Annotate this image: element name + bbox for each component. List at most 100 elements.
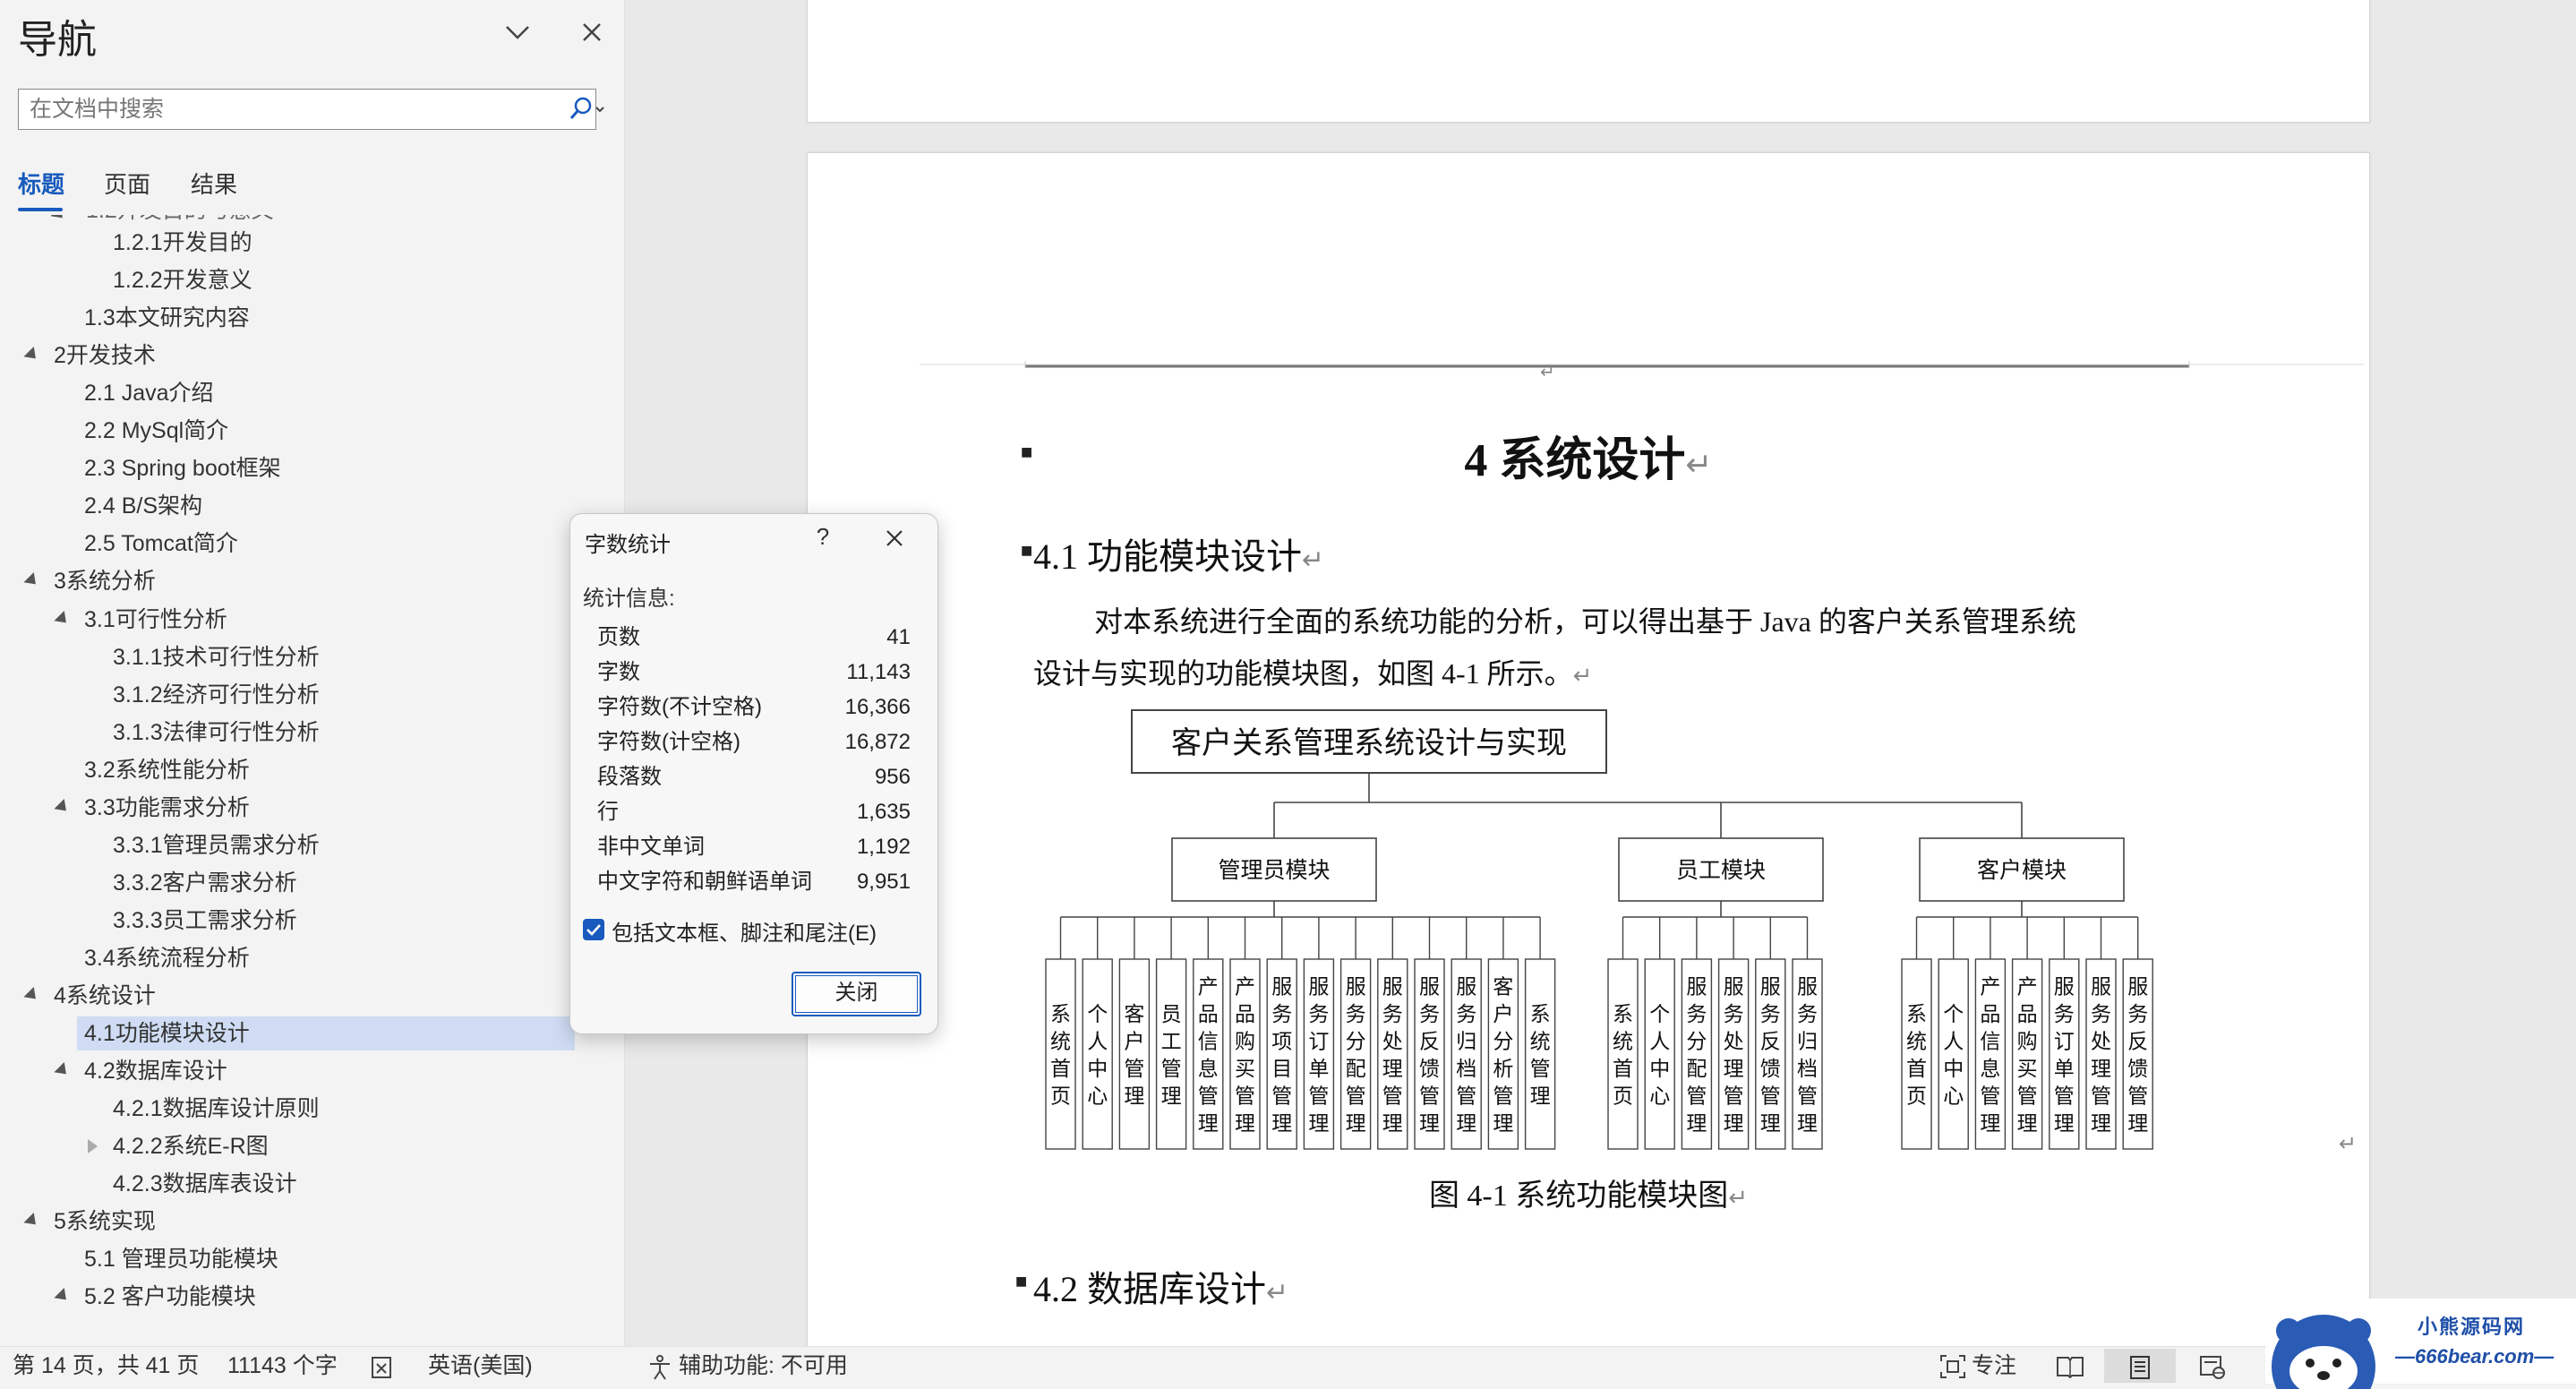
caret-down-icon[interactable]	[54, 610, 72, 628]
tree-item[interactable]: 5.2 客户功能模块	[84, 1280, 256, 1314]
leaf-label-char: 理	[1797, 1111, 1818, 1135]
help-button[interactable]: ?	[805, 523, 841, 551]
include-textboxes-checkbox[interactable]	[583, 919, 604, 940]
root-label: 客户关系管理系统设计与实现	[1171, 726, 1567, 760]
read-mode-icon[interactable]	[2056, 1355, 2084, 1378]
stat-value: 1,635	[856, 800, 911, 824]
caret-down-icon[interactable]	[23, 1213, 41, 1230]
tree-item[interactable]: 4系统设计	[54, 979, 156, 1013]
tree-item[interactable]: 3.2系统性能分析	[84, 753, 250, 787]
tree-item[interactable]: 3.1.3法律可行性分析	[113, 716, 320, 750]
caret-down-icon[interactable]	[23, 986, 41, 1005]
leaf-label-char: 理	[1530, 1085, 1551, 1108]
leaf-label-char: 服	[2054, 975, 2075, 999]
caret-right-icon[interactable]	[88, 1139, 98, 1154]
leaf-label-char: 品	[1235, 1002, 1255, 1025]
leaf-label-char: 订	[2054, 1030, 2075, 1053]
tab-headings[interactable]: 标题	[18, 167, 64, 200]
include-textboxes-label[interactable]: 包括文本框、脚注和尾注(E)	[612, 915, 877, 947]
current-page[interactable]: ↵ ■ 4 系统设计↵ ■ 4.1 功能模块设计↵ 对本系统进行全面的系统功能的…	[807, 152, 2370, 1346]
tree-item[interactable]: 3.1可行性分析	[84, 603, 227, 637]
caret-down-icon[interactable]	[54, 1288, 72, 1306]
leaf-label-char: 管	[1980, 1085, 2000, 1108]
close-icon[interactable]	[576, 16, 608, 48]
caret-down-icon[interactable]	[54, 1062, 72, 1080]
leaf-label-char: 心	[1649, 1085, 1670, 1108]
print-layout-icon[interactable]	[2127, 1355, 2152, 1380]
close-button[interactable]: 关闭	[792, 972, 921, 1016]
tree-item[interactable]: 2.2 MySql简介	[84, 414, 228, 448]
leaf-label-char: 买	[1235, 1057, 1255, 1080]
tree-item[interactable]: 4.2.1数据库设计原则	[113, 1092, 320, 1126]
tree-item[interactable]: 3.3.2客户需求分析	[113, 866, 297, 900]
tree-item[interactable]: 2.4 B/S架构	[84, 489, 202, 523]
leaf-label-char: 服	[1686, 975, 1707, 999]
chevron-down-icon[interactable]	[501, 16, 534, 48]
tree-item[interactable]: 4.2.3数据库表设计	[113, 1167, 297, 1201]
tree-item[interactable]: 1.3本文研究内容	[84, 301, 250, 335]
search-icon[interactable]	[563, 95, 608, 124]
close-icon[interactable]	[875, 523, 914, 555]
leaf-label-char: 系	[1530, 1002, 1551, 1025]
leaf-box	[1901, 958, 1932, 1150]
tree-item[interactable]: 3.1.1技术可行性分析	[113, 640, 320, 674]
leaf-label-char: 反	[2127, 1030, 2148, 1053]
tree-item[interactable]: 3.3功能需求分析	[84, 791, 250, 825]
leaf-label-char: 反	[1760, 1030, 1781, 1053]
tree-item[interactable]: 4.2.2系统E-R图	[113, 1129, 269, 1163]
tree-item[interactable]: 1.2.2开发意义	[113, 263, 252, 297]
tree-item[interactable]: 3系统分析	[54, 564, 156, 598]
leaf-box	[1045, 958, 1076, 1150]
tree-item[interactable]: 3.1.2经济可行性分析	[113, 678, 320, 712]
tab-pages[interactable]: 页面	[104, 167, 150, 200]
caret-down-icon[interactable]	[23, 347, 41, 364]
next-section-heading: 4.2 数据库设计	[1033, 1269, 1266, 1309]
accessibility-status[interactable]: 辅助功能: 不可用	[679, 1350, 848, 1381]
tab-results[interactable]: 结果	[191, 167, 237, 200]
tree-item[interactable]: 2.5 Tomcat简介	[84, 527, 238, 561]
checkmark-icon	[586, 924, 601, 936]
leaf-label-char: 个	[1943, 1002, 1964, 1025]
leaf-label-char: 理	[1686, 1111, 1707, 1135]
word-count-indicator[interactable]: 11143 个字	[227, 1350, 338, 1381]
leaf-label-char: 管	[1686, 1085, 1707, 1108]
leaf-label-char: 管	[2091, 1085, 2111, 1108]
leaf-label-char: 管	[1308, 1085, 1329, 1108]
tree-item[interactable]: 3.4系统流程分析	[84, 941, 250, 975]
previous-page	[807, 0, 2370, 123]
word-count-dialog: 字数统计 ? 统计信息: 页数 41 字数 11,143 字符数(不计空格) 16,366…	[569, 513, 938, 1034]
tree-item[interactable]: 4.2数据库设计	[84, 1054, 227, 1088]
leaf-label-char: 配	[1346, 1057, 1366, 1080]
leaf-label-char: 理	[1760, 1111, 1781, 1135]
web-layout-icon[interactable]	[2199, 1355, 2226, 1380]
caret-down-icon[interactable]	[54, 798, 72, 816]
leaf-label-char: 购	[1235, 1030, 1255, 1053]
stat-label: 字符数(计空格)	[597, 730, 740, 754]
page-indicator[interactable]: 第 14 页，共 41 页	[13, 1350, 199, 1381]
search-input[interactable]	[19, 90, 560, 129]
leaf-label-char: 客	[1124, 1002, 1144, 1025]
module-label: 客户模块	[1977, 858, 2067, 883]
focus-icon[interactable]	[1939, 1354, 1966, 1379]
caret-down-icon[interactable]	[23, 572, 41, 590]
tree-item[interactable]: 1.2.1开发目的	[113, 226, 252, 260]
tree-item[interactable]: 3.3.1管理员需求分析	[113, 828, 320, 862]
language-indicator[interactable]: 英语(美国)	[428, 1350, 533, 1381]
tree-item[interactable]: 2.1 Java介绍	[84, 376, 214, 410]
leaf-label-char: 心	[1943, 1085, 1964, 1108]
leaf-label-char: 理	[1456, 1111, 1476, 1135]
leaf-label-char: 管	[2054, 1085, 2075, 1108]
proofing-icon[interactable]	[371, 1356, 396, 1379]
leaf-label-char: 分	[1346, 1030, 1366, 1053]
bear-logo-icon	[2272, 1315, 2375, 1389]
tree-item[interactable]: 3.3.3员工需求分析	[113, 904, 297, 938]
tree-item[interactable]: 2.3 Spring boot框架	[84, 451, 281, 485]
stat-label: 字符数(不计空格)	[597, 695, 762, 719]
leaf-label-char: 服	[1308, 975, 1329, 999]
tree-item[interactable]: 2开发技术	[54, 339, 156, 373]
caret-down-icon[interactable]	[50, 215, 68, 224]
tree-item[interactable]: 5.1 管理员功能模块	[84, 1242, 278, 1276]
focus-label[interactable]: 专注	[1972, 1350, 2016, 1381]
tree-item[interactable]: 5系统实现	[54, 1205, 156, 1239]
tree-item[interactable]: 4.1功能模块设计	[84, 1016, 250, 1050]
